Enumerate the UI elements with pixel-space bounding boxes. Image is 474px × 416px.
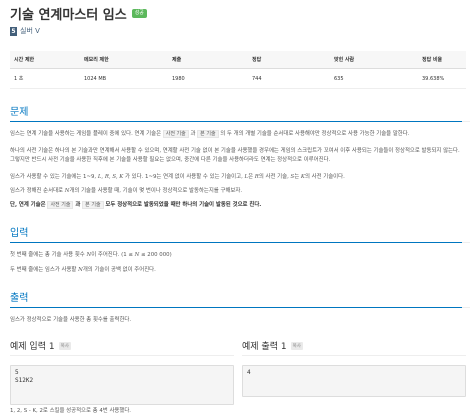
title-row: 기술 연계마스터 임스 성공 <box>10 4 462 23</box>
example-output-title: 예제 출력 1 <box>242 342 287 352</box>
input-paragraph-1: 첫 번째 줄에는 총 기술 사용 횟수 N이 주어진다. (1 ≤ N ≤ 20… <box>10 251 462 260</box>
tier-row: 5 실버 V <box>10 25 462 37</box>
text: 가 있다. 1~9는 연계 없이 사용할 수 있는 기술이고, <box>123 174 245 180</box>
math: L, R, S, K <box>97 174 124 180</box>
header-memory-limit: 메모리 제한 <box>80 51 168 69</box>
output-paragraph-1: 임스가 정상적으로 기술을 사용한 총 횟수를 출력한다. <box>10 317 132 323</box>
cell-time-limit: 1 초 <box>10 68 80 89</box>
example-output-box[interactable]: 4 <box>242 365 466 397</box>
text: 임스가 정해진 순서대로 <box>10 188 65 194</box>
example-output-line-1: 4 <box>247 369 251 376</box>
text: 임스는 연계 기술을 사용하는 게임을 플레이 중에 있다. 연계 기술은 <box>10 131 163 137</box>
output-title: 출력 <box>10 289 470 308</box>
text: 개의 기술이 공백 없이 주어진다. <box>82 267 156 273</box>
header-accept-rate: 정답 비율 <box>418 51 466 69</box>
text: 는 <box>294 174 301 180</box>
header-accepted: 정답 <box>248 51 330 69</box>
code-pre-skill: 사전 기술 <box>47 201 74 209</box>
code-pre-skill: 사전 기술 <box>162 130 189 138</box>
problem-info-table: 시간 제한 메모리 제한 제출 정답 맞힌 사람 정답 비율 1 초 1024 … <box>10 51 466 89</box>
problem-title: 문제 <box>10 103 470 122</box>
input-section: 입력 첫 번째 줄에는 총 기술 사용 횟수 N이 주어진다. (1 ≤ N ≤… <box>10 224 470 275</box>
cell-accepted[interactable]: 744 <box>248 68 330 89</box>
code-main-skill: 본 기술 <box>82 201 104 209</box>
text: 첫 번째 줄에는 총 기술 사용 횟수 <box>10 252 87 258</box>
text: 임스가 사용할 수 있는 기술에는 1~9, <box>10 174 98 180</box>
example-input-line-1: 5 <box>15 369 19 376</box>
problem-paragraph-2: 하나의 사전 기술은 하나의 본 기술과만 연계해서 사용할 수 있으며, 연계… <box>10 148 460 163</box>
problem-paragraph-5: 단, 연계 기술은 사전 기술 과 본 기술 모두 정상적으로 발동되었을 때만… <box>10 201 462 210</box>
example-output-title-row: 예제 출력 1 복사 <box>242 339 466 352</box>
text: 단, 연계 기술은 <box>10 202 48 208</box>
example-output: 예제 출력 1 복사 4 <box>242 339 466 405</box>
text: 과 <box>188 131 198 137</box>
table-header-row: 시간 제한 메모리 제한 제출 정답 맞힌 사람 정답 비율 <box>10 51 466 69</box>
example-input: 예제 입력 1 복사 5 S12K2 <box>10 339 234 405</box>
header-solvers: 맞힌 사람 <box>330 51 418 69</box>
input-paragraph-2: 두 번째 줄에는 임스가 사용할 N개의 기술이 공백 없이 주어진다. <box>10 266 462 275</box>
text: 개의 기술을 사용할 때, 기술이 몇 번이나 정상적으로 발동하는지를 구해보… <box>69 188 243 194</box>
code-main-skill: 본 기술 <box>197 130 219 138</box>
cell-accept-rate: 39.638% <box>418 68 466 89</box>
text: ≤ 200 000) <box>139 252 172 258</box>
problem-page: 기술 연계마스터 임스 성공 5 실버 V 시간 제한 메모리 제한 제출 정답… <box>10 0 470 416</box>
problem-paragraph-3: 임스가 사용할 수 있는 기술에는 1~9, L, R, S, K 가 있다. … <box>10 173 462 182</box>
page-title: 기술 연계마스터 임스 <box>10 7 127 23</box>
table-row: 1 초 1024 MB 1980 744 635 39.638% <box>10 68 466 89</box>
copy-output-button[interactable]: 복사 <box>290 341 303 350</box>
problem-paragraph-4: 임스가 정해진 순서대로 N개의 기술을 사용할 때, 기술이 몇 번이나 정상… <box>10 187 462 196</box>
example-input-line-2: S12K2 <box>15 377 34 384</box>
examples-row: 예제 입력 1 복사 5 S12K2 예제 출력 1 복사 4 <box>10 339 466 405</box>
text: 두 번째 줄에는 임스가 사용할 <box>10 267 79 273</box>
text: 이 주어진다. (1 ≤ <box>91 252 135 258</box>
divider <box>10 355 234 356</box>
problem-paragraph-1: 임스는 연계 기술을 사용하는 게임을 플레이 중에 있다. 연계 기술은 사전… <box>10 130 462 139</box>
status-badge: 성공 <box>131 8 147 18</box>
text: 의 사전 기술, <box>258 174 291 180</box>
example-input-title-row: 예제 입력 1 복사 <box>10 339 234 352</box>
problem-section: 문제 임스는 연계 기술을 사용하는 게임을 플레이 중에 있다. 연계 기술은… <box>10 103 470 210</box>
cell-solvers[interactable]: 635 <box>330 68 418 89</box>
tier-label[interactable]: 실버 V <box>20 26 40 36</box>
example-input-title: 예제 입력 1 <box>10 342 55 352</box>
text: 은 <box>248 174 255 180</box>
copy-input-button[interactable]: 복사 <box>58 341 71 350</box>
text: 모두 정상적으로 발동되었을 때만 하나의 기술이 발동된 것으로 친다. <box>103 202 262 208</box>
tier-icon[interactable]: 5 <box>10 26 17 36</box>
header-time-limit: 시간 제한 <box>10 51 80 69</box>
text: 의 사전 기술이다. <box>304 174 345 180</box>
cell-memory-limit: 1024 MB <box>80 68 168 89</box>
header-submissions: 제출 <box>168 51 248 69</box>
divider <box>242 355 466 356</box>
output-section: 출력 임스가 정상적으로 기술을 사용한 총 횟수를 출력한다. <box>10 289 470 325</box>
input-title: 입력 <box>10 224 470 243</box>
text: 의 두 개의 개별 기술을 순서대로 사용해야만 정상적으로 사용 가능한 기술… <box>218 131 410 137</box>
text: 과 <box>73 202 83 208</box>
cell-submissions[interactable]: 1980 <box>168 68 248 89</box>
example-input-box[interactable]: 5 S12K2 <box>10 365 234 405</box>
